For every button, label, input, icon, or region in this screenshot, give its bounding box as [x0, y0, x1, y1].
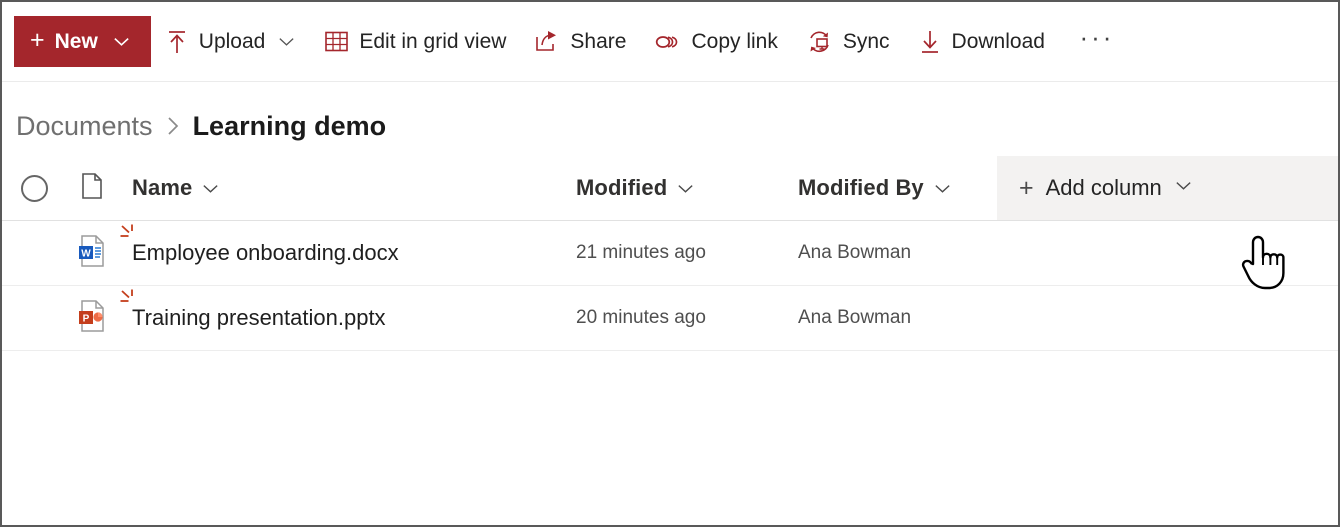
chevron-down-icon [676, 179, 695, 198]
row-empty-cell [997, 286, 1338, 350]
sync-icon [806, 29, 833, 55]
file-name-link[interactable]: Employee onboarding.docx [132, 240, 399, 266]
chevron-down-icon [201, 179, 220, 198]
file-icon-cell: P [67, 299, 117, 338]
modified-by-value: Ana Bowman [798, 242, 912, 263]
upload-icon [165, 29, 189, 55]
download-label: Download [951, 29, 1045, 53]
list-header-row: Name Modified Modified By + Add column [2, 156, 1338, 221]
select-all-circle-icon[interactable] [21, 174, 48, 202]
copy-link-button[interactable]: Copy link [640, 16, 791, 68]
file-type-header-cell [67, 172, 117, 205]
chevron-down-icon [1174, 176, 1193, 200]
grid-view-icon [324, 29, 349, 54]
modified-by-value: Ana Bowman [798, 307, 912, 328]
modified-by-header-label: Modified By [798, 175, 924, 200]
plus-icon: + [1019, 173, 1034, 202]
svg-text:P: P [83, 313, 90, 324]
modified-cell: 20 minutes ago [567, 307, 792, 329]
download-icon [918, 29, 942, 55]
modified-value: 20 minutes ago [576, 307, 706, 328]
share-button[interactable]: Share [520, 16, 640, 68]
column-header-name[interactable]: Name [132, 175, 220, 201]
modified-by-header-cell: Modified By [792, 175, 997, 201]
select-all-cell [2, 174, 67, 202]
sync-label: Sync [842, 29, 890, 53]
file-name-cell: Employee onboarding.docx [117, 224, 567, 266]
chevron-down-icon [933, 179, 952, 198]
new-button[interactable]: + New [14, 16, 151, 67]
modified-value: 21 minutes ago [576, 242, 706, 263]
chevron-down-icon [112, 32, 131, 51]
link-icon [654, 32, 681, 52]
modified-cell: 21 minutes ago [567, 242, 792, 264]
file-icon-cell: W [67, 234, 117, 273]
file-type-icon[interactable] [80, 172, 104, 205]
modified-header-cell: Modified [567, 175, 792, 201]
chevron-down-icon [277, 32, 296, 51]
sync-button[interactable]: Sync [792, 16, 904, 68]
upload-label: Upload [198, 29, 266, 53]
share-icon [534, 29, 560, 54]
plus-icon: + [30, 26, 45, 54]
chevron-right-icon [165, 114, 181, 138]
more-ellipsis-icon[interactable]: ··· [1073, 16, 1121, 68]
sharepoint-document-library: + New Upload Edit in grid view Share Cop… [0, 0, 1340, 527]
table-row[interactable]: P Training presentation.pptx 20 minutes … [2, 286, 1338, 351]
upload-button[interactable]: Upload [151, 16, 311, 68]
svg-text:W: W [81, 248, 91, 259]
powerpoint-file-icon: P [77, 299, 107, 338]
download-button[interactable]: Download [904, 16, 1059, 68]
add-column-label: Add column [1045, 175, 1162, 200]
breadcrumb-item-documents[interactable]: Documents [16, 111, 153, 142]
modified-header-label: Modified [576, 175, 668, 200]
modified-by-cell: Ana Bowman [792, 242, 997, 264]
file-list: Name Modified Modified By + Add column W… [2, 156, 1338, 351]
new-button-label: New [54, 30, 98, 53]
command-bar: + New Upload Edit in grid view Share Cop… [2, 2, 1338, 82]
row-empty-cell [997, 221, 1338, 285]
column-header-modified[interactable]: Modified [576, 175, 695, 201]
breadcrumb-item-current: Learning demo [192, 110, 387, 141]
table-row[interactable]: W Employee onboarding.docx 21 minutes ag… [2, 221, 1338, 286]
modified-by-cell: Ana Bowman [792, 307, 997, 329]
edit-in-grid-view-button[interactable]: Edit in grid view [310, 16, 520, 68]
name-header-cell: Name [117, 175, 567, 201]
file-name-cell: Training presentation.pptx [117, 289, 567, 331]
add-column-header-cell[interactable]: + Add column [997, 156, 1338, 220]
word-file-icon: W [77, 234, 107, 273]
edit-in-grid-view-label: Edit in grid view [359, 29, 507, 53]
breadcrumb: Documents Learning demo [2, 82, 1338, 141]
add-column-button[interactable]: + Add column [1019, 175, 1193, 201]
name-header-label: Name [132, 175, 193, 200]
copy-link-label: Copy link [691, 29, 778, 53]
column-header-modified-by[interactable]: Modified By [798, 175, 952, 201]
share-label: Share [570, 29, 627, 53]
file-name-link[interactable]: Training presentation.pptx [132, 305, 386, 331]
